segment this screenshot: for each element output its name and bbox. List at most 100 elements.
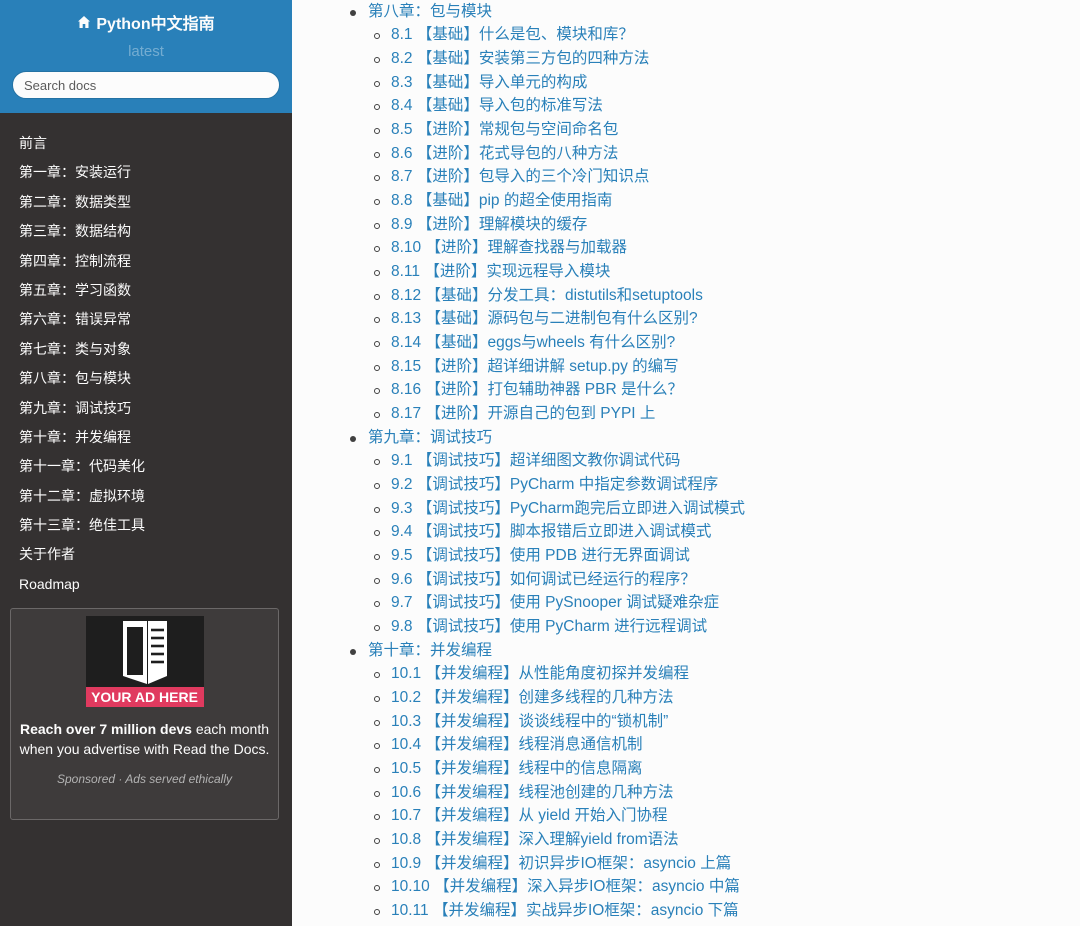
toc-section-link[interactable]: 10.6 【并发编程】线程池创建的几种方法 [391, 784, 673, 801]
sidebar-header: Python中文指南 latest [0, 0, 292, 113]
bullet-icon [374, 411, 380, 418]
sidebar-item[interactable]: 关于作者 [0, 540, 292, 569]
toc-section-link[interactable]: 9.6 【调试技巧】如何调试已经运行的程序？ [391, 571, 696, 588]
toc-list: 第八章：包与模块 8.1 【基础】什么是包、模块和库？ 8.2 【基础】安装第三方包… [292, 0, 1080, 923]
toc-section: 9.6 【调试技巧】如何调试已经运行的程序？ [292, 568, 1080, 592]
toc-section: 8.9 【进阶】理解模块的缓存 [292, 213, 1080, 237]
sidebar-item[interactable]: 前言 [0, 129, 292, 158]
sidebar-item[interactable]: 第四章：控制流程 [0, 247, 292, 276]
sidebar-item[interactable]: 第九章：调试技巧 [0, 394, 292, 423]
bullet-icon [374, 838, 380, 845]
bullet-icon [374, 33, 380, 40]
toc-section-link[interactable]: 8.14 【基础】eggs与wheels 有什么区别? [391, 334, 675, 351]
bullet-icon [374, 530, 380, 537]
toc-section-link[interactable]: 10.11 【并发编程】实战异步IO框架：asyncio 下篇 [391, 902, 739, 919]
ad-footer[interactable]: Sponsored · Ads served ethically [11, 772, 278, 786]
toc-section-link[interactable]: 8.4 【基础】导入包的标准写法 [391, 97, 603, 114]
toc-section: 8.4 【基础】导入包的标准写法 [292, 94, 1080, 118]
sidebar-item[interactable]: 第一章：安装运行 [0, 158, 292, 187]
toc-section: 9.7 【调试技巧】使用 PySnooper 调试疑难杂症 [292, 591, 1080, 615]
bullet-icon [374, 246, 380, 253]
sidebar-item[interactable]: 第七章：类与对象 [0, 335, 292, 364]
toc-section-link[interactable]: 9.4 【调试技巧】脚本报错后立即进入调试模式 [391, 523, 711, 540]
toc-section-link[interactable]: 8.13 【基础】源码包与二进制包有什么区别? [391, 310, 698, 327]
bullet-icon [374, 506, 380, 513]
toc-section-link[interactable]: 10.7 【并发编程】从 yield 开始入门协程 [391, 807, 667, 824]
toc-section-link[interactable]: 10.3 【并发编程】谈谈线程中的“锁机制” [391, 713, 668, 730]
sidebar-nav: 前言 第一章：安装运行 第二章：数据类型 第三章：数据结构 第四章：控制流程 第五章：学习… [0, 113, 292, 599]
bullet-icon [374, 104, 380, 111]
toc-section-link[interactable]: 9.7 【调试技巧】使用 PySnooper 调试疑难杂症 [391, 594, 719, 611]
sidebar-item[interactable]: Roadmap [0, 570, 292, 599]
sidebar-item[interactable]: 第六章：错误异常 [0, 305, 292, 334]
bullet-icon [374, 601, 380, 608]
sidebar-item[interactable]: 第十章：并发编程 [0, 423, 292, 452]
toc-section: 8.5 【进阶】常规包与空间命名包 [292, 118, 1080, 142]
sidebar-item[interactable]: 第二章：数据类型 [0, 188, 292, 217]
bullet-icon [374, 317, 380, 324]
toc-section-link[interactable]: 8.2 【基础】安装第三方包的四种方法 [391, 50, 649, 67]
bullet-icon [374, 482, 380, 489]
toc-section: 8.8 【基础】pip 的超全使用指南 [292, 189, 1080, 213]
ad-bold-text: Reach over 7 million devs [19, 721, 192, 737]
toc-section-link[interactable]: 10.9 【并发编程】初识异步IO框架：asyncio 上篇 [391, 855, 731, 872]
toc-section-link[interactable]: 10.4 【并发编程】线程消息通信机制 [391, 736, 642, 753]
toc-section-link[interactable]: 10.10 【并发编程】深入异步IO框架：asyncio 中篇 [391, 878, 740, 895]
toc-section-link[interactable]: 8.15 【进阶】超详细讲解 setup.py 的编写 [391, 358, 679, 375]
toc-section-link[interactable]: 8.6 【进阶】花式导包的八种方法 [391, 145, 618, 162]
bullet-icon [350, 9, 356, 16]
toc-section-link[interactable]: 9.1 【调试技巧】超详细图文教你调试代码 [391, 452, 680, 469]
toc-section-link[interactable]: 9.2 【调试技巧】PyCharm 中指定参数调试程序 [391, 476, 718, 493]
toc-section-link[interactable]: 8.17 【进阶】开源自己的包到 PYPI 上 [391, 405, 655, 422]
ad-text[interactable]: Reach over 7 million devs each month whe… [11, 719, 278, 759]
toc-section-link[interactable]: 10.1 【并发编程】从性能角度初探并发编程 [391, 665, 689, 682]
toc-section-link[interactable]: 8.16 【进阶】打包辅助神器 PBR 是什么？ [391, 381, 683, 398]
sidebar-item[interactable]: 第三章：数据结构 [0, 217, 292, 246]
toc-section-link[interactable]: 8.5 【进阶】常规包与空间命名包 [391, 121, 618, 138]
bullet-icon [374, 553, 380, 560]
toc-section: 8.12 【基础】分发工具：distutils和setuptools [292, 284, 1080, 308]
bullet-icon [374, 885, 380, 892]
sidebar-item[interactable]: 第十一章：代码美化 [0, 452, 292, 481]
toc-section-link[interactable]: 8.12 【基础】分发工具：distutils和setuptools [391, 287, 703, 304]
sidebar-item[interactable]: 第十三章：绝佳工具 [0, 511, 292, 540]
bullet-icon [374, 624, 380, 631]
toc-section-link[interactable]: 9.3 【调试技巧】PyCharm跑完后立即进入调试模式 [391, 500, 745, 517]
bullet-icon [374, 269, 380, 276]
toc-section-link[interactable]: 8.10 【进阶】理解查找器与加载器 [391, 239, 627, 256]
bullet-icon [374, 790, 380, 797]
toc-section: 8.11 【进阶】实现远程导入模块 [292, 260, 1080, 284]
toc-section: 9.1 【调试技巧】超详细图文教你调试代码 [292, 449, 1080, 473]
bullet-icon [350, 435, 356, 442]
toc-chapter-link[interactable]: 第九章：调试技巧 [368, 429, 492, 446]
toc-section-link[interactable]: 9.8 【调试技巧】使用 PyCharm 进行远程调试 [391, 618, 707, 635]
ad-box: YOUR AD HERE Reach over 7 million devs e… [10, 608, 279, 820]
bullet-icon [374, 719, 380, 726]
toc-section-link[interactable]: 10.5 【并发编程】线程中的信息隔离 [391, 760, 642, 777]
toc-section: 8.1 【基础】什么是包、模块和库？ [292, 23, 1080, 47]
main-content: 第八章：包与模块 8.1 【基础】什么是包、模块和库？ 8.2 【基础】安装第三方包… [292, 0, 1080, 926]
sidebar-item[interactable]: 第十二章：虚拟环境 [0, 482, 292, 511]
toc-section-link[interactable]: 8.1 【基础】什么是包、模块和库？ [391, 26, 634, 43]
project-home-link[interactable]: Python中文指南 [77, 10, 215, 34]
bullet-icon [374, 577, 380, 584]
toc-section-link[interactable]: 8.7 【进阶】包导入的三个冷门知识点 [391, 168, 649, 185]
toc-section: 10.2 【并发编程】创建多线程的几种方法 [292, 686, 1080, 710]
sidebar-item[interactable]: 第五章：学习函数 [0, 276, 292, 305]
toc-chapter-link[interactable]: 第八章：包与模块 [368, 3, 492, 20]
toc-section-link[interactable]: 10.2 【并发编程】创建多线程的几种方法 [391, 689, 673, 706]
ad-image[interactable]: YOUR AD HERE [85, 616, 204, 707]
toc-section-link[interactable]: 8.11 【进阶】实现远程导入模块 [391, 263, 610, 280]
toc-section: 9.8 【调试技巧】使用 PyCharm 进行远程调试 [292, 615, 1080, 639]
toc-section-link[interactable]: 10.8 【并发编程】深入理解yield from语法 [391, 831, 679, 848]
toc-section-link[interactable]: 8.9 【进阶】理解模块的缓存 [391, 216, 587, 233]
toc-section: 10.1 【并发编程】从性能角度初探并发编程 [292, 662, 1080, 686]
project-title: Python中文指南 [96, 16, 215, 33]
bullet-icon [374, 814, 380, 821]
toc-section-link[interactable]: 8.3 【基础】导入单元的构成 [391, 74, 587, 91]
toc-section-link[interactable]: 9.5 【调试技巧】使用 PDB 进行无界面调试 [391, 547, 690, 564]
toc-chapter-link[interactable]: 第十章：并发编程 [368, 642, 492, 659]
search-input[interactable] [12, 71, 280, 99]
sidebar-item[interactable]: 第八章：包与模块 [0, 364, 292, 393]
toc-section-link[interactable]: 8.8 【基础】pip 的超全使用指南 [391, 192, 612, 209]
